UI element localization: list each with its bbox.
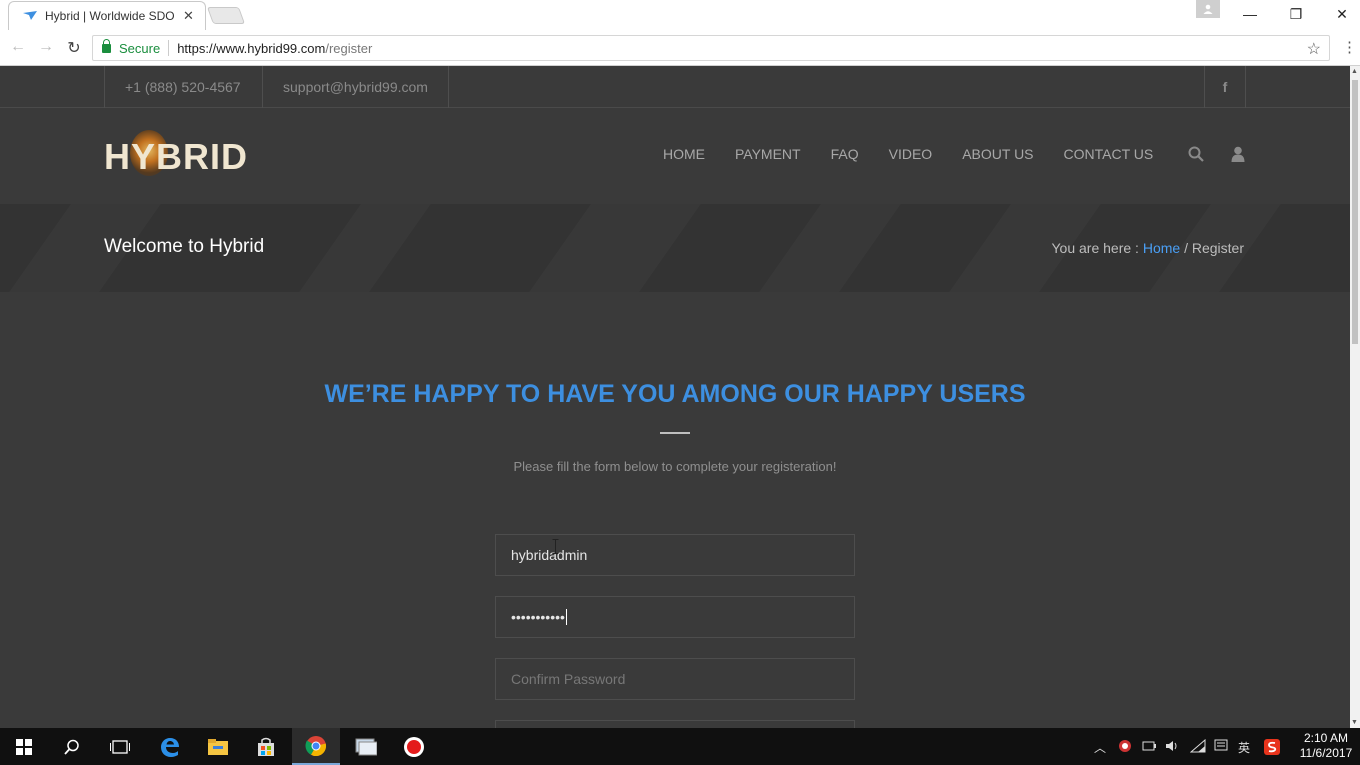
store-icon[interactable] [242, 728, 290, 765]
restore-icon[interactable]: ❐ [1282, 0, 1310, 28]
page-title-band: Welcome to Hybrid You are here : Home / … [0, 204, 1350, 292]
contact-topbar: +1 (888) 520-4567 support@hybrid99.com f [0, 66, 1350, 108]
task-view-icon[interactable] [96, 728, 144, 765]
breadcrumb: You are here : Home / Register [1052, 240, 1245, 256]
power-icon[interactable] [1142, 739, 1156, 756]
scroll-down-icon[interactable]: ▼ [1351, 719, 1358, 726]
nav-payment[interactable]: PAYMENT [735, 146, 801, 162]
browser-tabbar: Hybrid | Worldwide SDO ✕ — ❐ ✕ [0, 0, 1360, 30]
back-arrow-icon[interactable]: ← [8, 38, 28, 56]
address-bar[interactable]: Secure https://www.hybrid99.com/register… [92, 35, 1330, 61]
ime-indicator[interactable]: 英 [1238, 739, 1250, 756]
confirm-password-placeholder: Confirm Password [511, 671, 626, 687]
browser-toolbar: ← → ↻ Secure https://www.hybrid99.com/re… [0, 30, 1360, 66]
file-explorer-icon[interactable] [194, 728, 242, 765]
tray-overflow-icon[interactable]: ︿ [1094, 739, 1106, 756]
register-headline: WE’RE HAPPY TO HAVE YOU AMONG OUR HAPPY … [324, 380, 1026, 408]
start-windows-icon[interactable] [0, 728, 48, 765]
scroll-up-icon[interactable]: ▲ [1351, 68, 1358, 75]
breadcrumb-home-link[interactable]: Home [1143, 240, 1180, 256]
register-subtext: Please fill the form below to complete y… [513, 459, 837, 474]
breadcrumb-separator: / [1180, 240, 1192, 256]
password-field[interactable]: ••••••••••• [495, 596, 855, 638]
tab-close-icon[interactable]: ✕ [183, 8, 194, 24]
taskbar-clock[interactable]: 2:10 AM 11/6/2017 [1296, 731, 1356, 761]
window-close-icon[interactable]: ✕ [1328, 0, 1356, 28]
search-icon[interactable] [1188, 146, 1204, 162]
logo-text: HYBRID [104, 136, 249, 177]
reload-icon[interactable]: ↻ [64, 38, 84, 58]
username-field[interactable]: hybridadmin [495, 534, 855, 576]
text-caret [565, 609, 567, 625]
scroll-thumb[interactable] [1352, 80, 1358, 344]
tray-app-icon[interactable] [1118, 739, 1132, 756]
chrome-taskbar-icon[interactable] [292, 728, 340, 765]
nav-faq[interactable]: FAQ [831, 146, 859, 162]
web-page: +1 (888) 520-4567 support@hybrid99.com f… [0, 66, 1350, 728]
password-value: ••••••••••• [511, 609, 565, 625]
new-tab-button[interactable] [206, 7, 246, 24]
next-form-field[interactable] [495, 720, 855, 728]
facebook-icon[interactable]: f [1204, 66, 1246, 108]
breadcrumb-current: Register [1191, 240, 1244, 256]
url-path: /register [325, 40, 373, 56]
site-logo[interactable]: HYBRID [104, 130, 254, 180]
url-host: https://www.hybrid99.com [177, 40, 326, 56]
user-icon[interactable] [1230, 146, 1246, 162]
tab-title: Hybrid | Worldwide SDO [45, 9, 175, 23]
app-window-icon[interactable] [342, 728, 390, 765]
clock-date: 11/6/2017 [1299, 746, 1353, 760]
main-nav: HOME PAYMENT FAQ VIDEO ABOUT US CONTACT … [663, 146, 1183, 162]
site-favicon-icon [23, 11, 37, 20]
phone-number: +1 (888) 520-4567 [104, 66, 261, 108]
confirm-password-field[interactable]: Confirm Password [495, 658, 855, 700]
profile-icon[interactable] [1196, 0, 1220, 18]
volume-icon[interactable] [1165, 739, 1179, 756]
network-icon[interactable] [1189, 738, 1206, 756]
clock-time: 2:10 AM [1303, 731, 1349, 745]
bookmark-star-icon[interactable]: ☆ [1307, 39, 1321, 59]
windows-taskbar: ︿ 英 2:10 AM 11/6/2017 [0, 728, 1360, 765]
nav-video[interactable]: VIDEO [889, 146, 933, 162]
nav-about-us[interactable]: ABOUT US [962, 146, 1033, 162]
browser-menu-icon[interactable]: ⋮ [1342, 38, 1357, 56]
support-email[interactable]: support@hybrid99.com [262, 66, 449, 108]
browser-tab[interactable]: Hybrid | Worldwide SDO ✕ [8, 1, 206, 30]
secure-label: Secure [119, 40, 161, 56]
lock-icon [102, 38, 111, 53]
sogou-icon[interactable] [1264, 739, 1280, 758]
nav-contact-us[interactable]: CONTACT US [1064, 146, 1154, 162]
edge-browser-icon[interactable] [146, 728, 194, 765]
recorder-icon[interactable] [390, 728, 438, 765]
site-header: HYBRID HOME PAYMENT FAQ VIDEO ABOUT US C… [0, 108, 1350, 204]
breadcrumb-prefix: You are here : [1051, 240, 1143, 256]
headline-divider [660, 432, 690, 434]
forward-arrow-icon[interactable]: → [36, 38, 56, 56]
taskbar-search-icon[interactable] [48, 728, 96, 765]
page-title: Welcome to Hybrid [104, 236, 265, 257]
username-value: hybridadmin [511, 547, 588, 563]
page-scrollbar[interactable]: ▲ ▼ [1350, 66, 1360, 728]
action-center-icon[interactable] [1214, 739, 1228, 756]
minimize-icon[interactable]: — [1236, 0, 1264, 28]
text-cursor-icon [552, 539, 559, 554]
nav-home[interactable]: HOME [663, 146, 705, 162]
